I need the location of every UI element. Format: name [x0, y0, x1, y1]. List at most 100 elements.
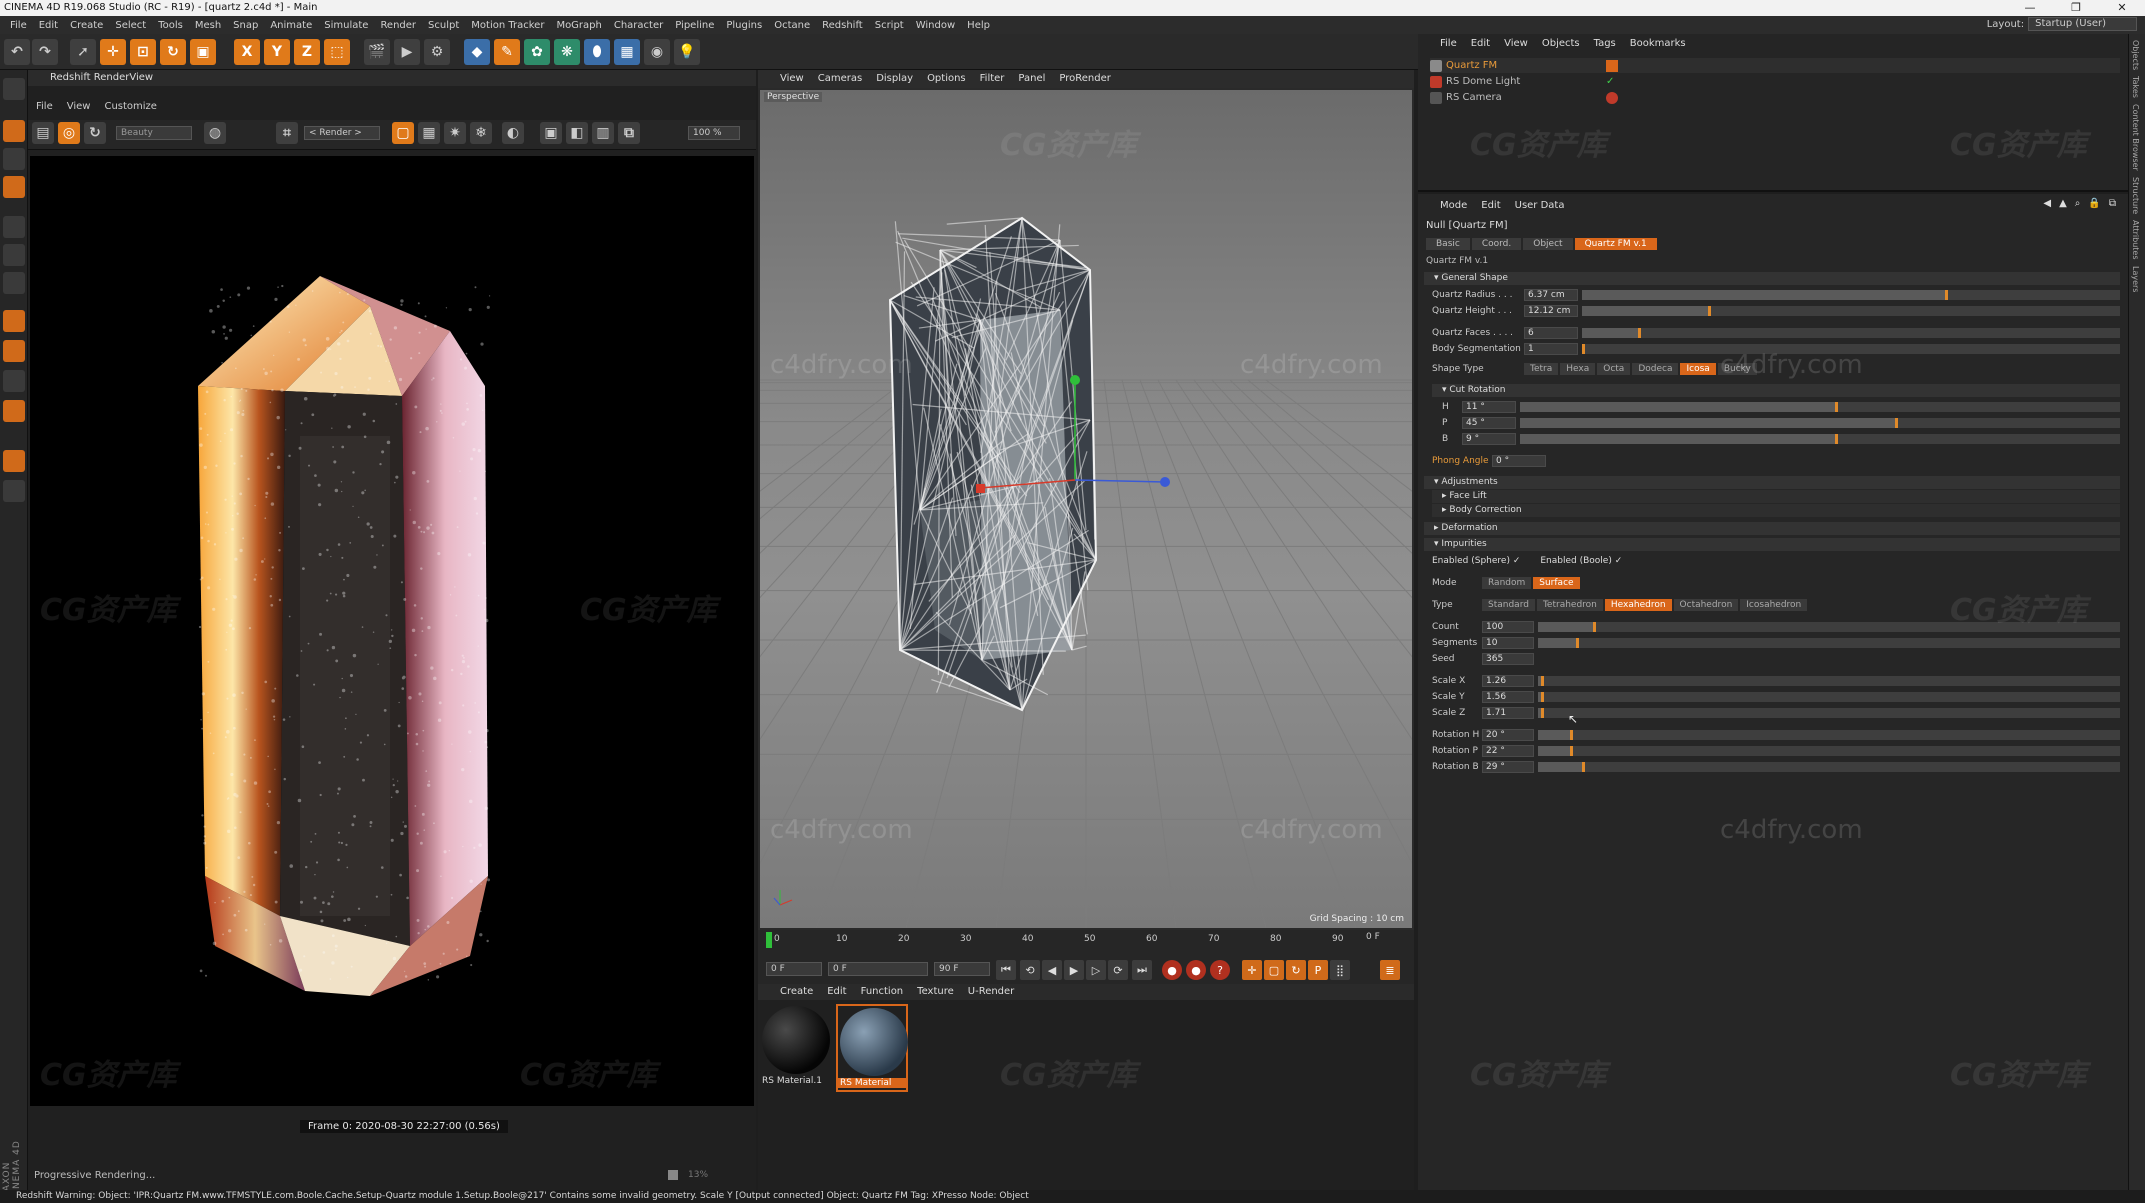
- menu-plugins[interactable]: Plugins: [720, 20, 768, 31]
- am-menu-edit[interactable]: Edit: [1481, 200, 1500, 214]
- menu-snap[interactable]: Snap: [227, 20, 264, 31]
- param-value-field[interactable]: 365: [1482, 653, 1534, 665]
- vp-menu-view[interactable]: View: [780, 70, 804, 88]
- shape-type-bucky[interactable]: Bucky: [1717, 363, 1757, 375]
- am-menu-mode[interactable]: Mode: [1440, 200, 1467, 214]
- nurbs-icon[interactable]: ✿: [524, 39, 550, 65]
- key-position-icon[interactable]: ✛: [1242, 960, 1262, 980]
- menu-animate[interactable]: Animate: [264, 20, 318, 31]
- menu-simulate[interactable]: Simulate: [318, 20, 374, 31]
- snap-icon[interactable]: [3, 370, 25, 392]
- param-slider[interactable]: [1582, 290, 2120, 300]
- mat-menu-edit[interactable]: Edit: [827, 984, 846, 1000]
- menu-motion-tracker[interactable]: Motion Tracker: [465, 20, 550, 31]
- param-value-field[interactable]: 1: [1524, 343, 1578, 355]
- go-to-start-icon[interactable]: ⏮: [996, 960, 1016, 980]
- param-value-field[interactable]: 0 °: [1492, 455, 1546, 467]
- param-slider[interactable]: [1520, 402, 2120, 412]
- param-value-field[interactable]: 12.12 cm: [1524, 305, 1578, 317]
- shape-type-tetra[interactable]: Tetra: [1524, 363, 1559, 375]
- om-menu-file[interactable]: File: [1440, 38, 1457, 52]
- shape-type-icosa[interactable]: Icosa: [1680, 363, 1716, 375]
- film-icon[interactable]: ▤: [32, 122, 54, 144]
- rv-menu-file[interactable]: File: [36, 100, 53, 114]
- mat-menu-function[interactable]: Function: [861, 984, 904, 1000]
- param-value-field[interactable]: 10: [1482, 637, 1534, 649]
- snowflake-icon[interactable]: ❄: [470, 122, 492, 144]
- move-tool-icon[interactable]: ✛: [100, 39, 126, 65]
- prev-key-icon[interactable]: ⟲: [1020, 960, 1040, 980]
- undo-icon[interactable]: ↶: [4, 39, 30, 65]
- enabled-check-icon[interactable]: ✓: [1606, 76, 1614, 87]
- z-axis-button[interactable]: Z: [294, 39, 320, 65]
- back-arrow-icon[interactable]: ◀: [2043, 198, 2051, 209]
- om-menu-tags[interactable]: Tags: [1594, 38, 1616, 52]
- timeline-ruler[interactable]: 0 F 0 10 20 30 40 50 60 70 80 90: [766, 932, 1406, 950]
- menu-create[interactable]: Create: [64, 20, 109, 31]
- section-impurities[interactable]: ▾ Impurities: [1424, 538, 2120, 551]
- mat-menu-u-render[interactable]: U-Render: [968, 984, 1015, 1000]
- points-mode-icon[interactable]: [3, 216, 25, 238]
- om-menu-objects[interactable]: Objects: [1542, 38, 1580, 52]
- section-adjustments[interactable]: ▾ Adjustments: [1424, 476, 2120, 489]
- floor-icon[interactable]: ▦: [614, 39, 640, 65]
- param-slider[interactable]: [1538, 622, 2120, 632]
- menu-help[interactable]: Help: [961, 20, 996, 31]
- type-tetrahedron[interactable]: Tetrahedron: [1536, 599, 1603, 611]
- param-slider[interactable]: [1538, 708, 2120, 718]
- coord-system-icon[interactable]: ⬚: [324, 39, 350, 65]
- play-icon[interactable]: ▶: [1064, 960, 1084, 980]
- light-icon[interactable]: 💡: [674, 39, 700, 65]
- autokey-icon[interactable]: ●: [1186, 960, 1206, 980]
- object-row-camera[interactable]: RS Camera: [1430, 90, 2120, 105]
- param-value-field[interactable]: 6: [1524, 327, 1578, 339]
- camera-dropdown[interactable]: < Render >: [304, 126, 380, 140]
- lock-icon[interactable]: 🔒: [2088, 198, 2100, 209]
- param-value-field[interactable]: 1.56: [1482, 691, 1534, 703]
- tab-basic[interactable]: Basic: [1426, 238, 1470, 250]
- next-key-icon[interactable]: ⟳: [1108, 960, 1128, 980]
- am-menu-user-data[interactable]: User Data: [1515, 200, 1565, 214]
- om-menu-edit[interactable]: Edit: [1471, 38, 1490, 52]
- spline-pen-icon[interactable]: ✎: [494, 39, 520, 65]
- mode-random[interactable]: Random: [1482, 577, 1532, 589]
- object-row-quartz[interactable]: Quartz FM: [1430, 58, 2120, 73]
- om-menu-bookmarks[interactable]: Bookmarks: [1630, 38, 1686, 52]
- vp-menu-display[interactable]: Display: [876, 70, 913, 88]
- x-axis-button[interactable]: X: [234, 39, 260, 65]
- menu-octane[interactable]: Octane: [768, 20, 816, 31]
- param-slider[interactable]: [1538, 730, 2120, 740]
- object-row-dome-light[interactable]: RS Dome Light ✓: [1430, 74, 2120, 89]
- globe-icon[interactable]: ◍: [204, 122, 226, 144]
- render-picture-viewer-icon[interactable]: ▶: [394, 39, 420, 65]
- tab-object[interactable]: Object: [1523, 238, 1573, 250]
- param-value-field[interactable]: 6.37 cm: [1524, 289, 1578, 301]
- planar-workplane-icon[interactable]: [3, 480, 25, 502]
- new-panel-icon[interactable]: ⧉: [2109, 198, 2116, 209]
- side-tab-layers[interactable]: Layers: [2131, 266, 2140, 292]
- menu-character[interactable]: Character: [608, 20, 669, 31]
- param-value-field[interactable]: 45 °: [1462, 417, 1516, 429]
- param-slider[interactable]: [1520, 434, 2120, 444]
- menu-window[interactable]: Window: [910, 20, 961, 31]
- section-general-shape[interactable]: ▾ General Shape: [1424, 272, 2120, 285]
- param-value-field[interactable]: 11 °: [1462, 401, 1516, 413]
- render-view-icon[interactable]: 🎬: [364, 39, 390, 65]
- param-value-field[interactable]: 1.71: [1482, 707, 1534, 719]
- texture-mode-icon[interactable]: [3, 148, 25, 170]
- up-arrow-icon[interactable]: ▲: [2059, 198, 2067, 209]
- refresh-icon[interactable]: ↻: [84, 122, 106, 144]
- compare-icon[interactable]: ◧: [566, 122, 588, 144]
- exposure-icon[interactable]: ◐: [502, 122, 524, 144]
- select-tool-icon[interactable]: ➚: [70, 39, 96, 65]
- close-icon[interactable]: ✕: [2099, 0, 2145, 16]
- menu-select[interactable]: Select: [109, 20, 152, 31]
- tweak-mode-icon[interactable]: [3, 340, 25, 362]
- crop-icon[interactable]: ⌗: [276, 122, 298, 144]
- param-value-field[interactable]: 20 °: [1482, 729, 1534, 741]
- redo-icon[interactable]: ↷: [32, 39, 58, 65]
- axis-mode-icon[interactable]: [3, 310, 25, 332]
- type-icosahedron[interactable]: Icosahedron: [1740, 599, 1808, 611]
- type-standard[interactable]: Standard: [1482, 599, 1535, 611]
- menu-render[interactable]: Render: [374, 20, 422, 31]
